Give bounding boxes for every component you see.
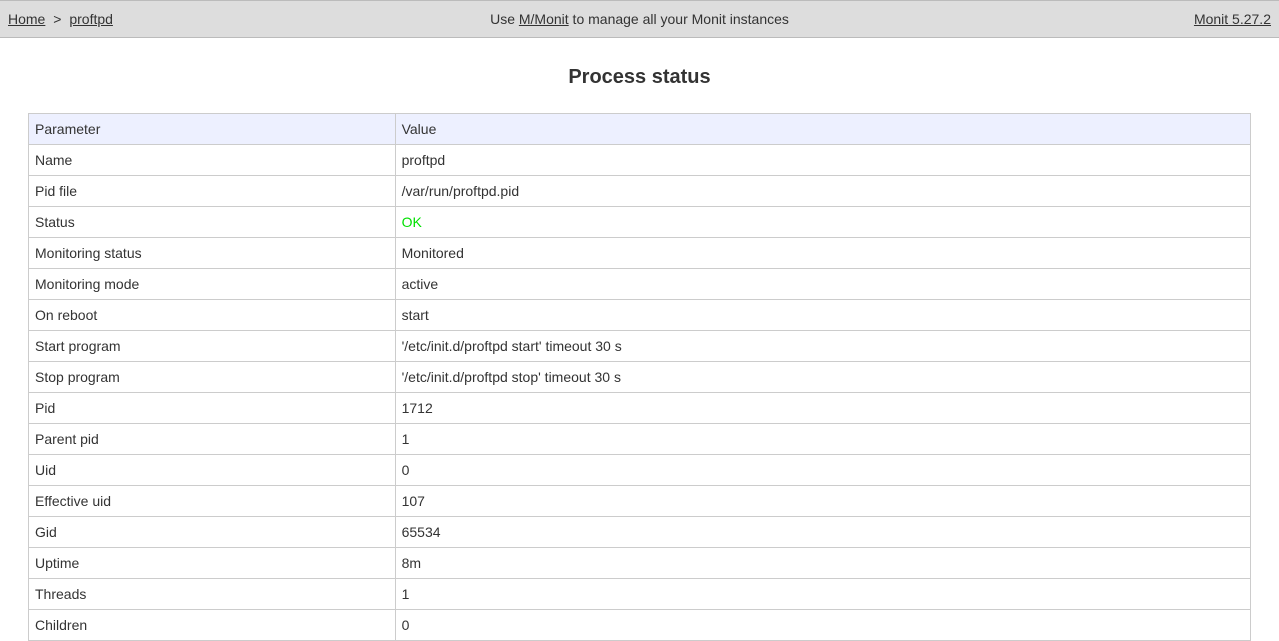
value-cell: Monitored <box>395 238 1250 269</box>
table-row: Start program'/etc/init.d/proftpd start'… <box>29 331 1251 362</box>
param-cell: Start program <box>29 331 396 362</box>
value-cell: 1 <box>395 579 1250 610</box>
center-prefix: Use <box>490 11 519 27</box>
mmonit-link[interactable]: M/Monit <box>519 11 569 27</box>
table-row: Gid65534 <box>29 517 1251 548</box>
table-row: Monitoring statusMonitored <box>29 238 1251 269</box>
main-content: Process status Parameter Value Nameproft… <box>0 66 1279 641</box>
table-row: Threads1 <box>29 579 1251 610</box>
table-row: Uid0 <box>29 455 1251 486</box>
value-cell: start <box>395 300 1250 331</box>
param-cell: Monitoring mode <box>29 269 396 300</box>
status-ok-text: OK <box>402 214 422 230</box>
param-cell: Uid <box>29 455 396 486</box>
param-cell: Name <box>29 145 396 176</box>
param-cell: Uptime <box>29 548 396 579</box>
table-row: Monitoring modeactive <box>29 269 1251 300</box>
header-parameter: Parameter <box>29 114 396 145</box>
value-cell: 1712 <box>395 393 1250 424</box>
param-cell: Effective uid <box>29 486 396 517</box>
table-row: Parent pid1 <box>29 424 1251 455</box>
table-row: Stop program'/etc/init.d/proftpd stop' t… <box>29 362 1251 393</box>
param-cell: Threads <box>29 579 396 610</box>
value-cell: 8m <box>395 548 1250 579</box>
breadcrumb: Home > proftpd <box>8 11 429 27</box>
monit-version-link[interactable]: Monit 5.27.2 <box>1194 11 1271 27</box>
table-row: Children0 <box>29 610 1251 641</box>
param-cell: Stop program <box>29 362 396 393</box>
table-header-row: Parameter Value <box>29 114 1251 145</box>
table-row: Uptime8m <box>29 548 1251 579</box>
value-cell: 1 <box>395 424 1250 455</box>
table-row: Effective uid107 <box>29 486 1251 517</box>
param-cell: Pid file <box>29 176 396 207</box>
value-cell: '/etc/init.d/proftpd stop' timeout 30 s <box>395 362 1250 393</box>
param-cell: Pid <box>29 393 396 424</box>
value-cell: 65534 <box>395 517 1250 548</box>
value-cell: active <box>395 269 1250 300</box>
value-cell: 107 <box>395 486 1250 517</box>
page-title: Process status <box>28 66 1251 89</box>
header-right: Monit 5.27.2 <box>850 11 1271 27</box>
header-center-text: Use M/Monit to manage all your Monit ins… <box>429 11 850 27</box>
value-cell: 0 <box>395 610 1250 641</box>
table-row: Status OK <box>29 207 1251 238</box>
breadcrumb-separator: > <box>53 11 61 27</box>
param-cell: Status <box>29 207 396 238</box>
param-cell: Gid <box>29 517 396 548</box>
table-row: Nameproftpd <box>29 145 1251 176</box>
value-cell: OK <box>395 207 1250 238</box>
value-cell: proftpd <box>395 145 1250 176</box>
value-cell: /var/run/proftpd.pid <box>395 176 1250 207</box>
param-cell: On reboot <box>29 300 396 331</box>
breadcrumb-current[interactable]: proftpd <box>69 11 113 27</box>
header-value: Value <box>395 114 1250 145</box>
value-cell: '/etc/init.d/proftpd start' timeout 30 s <box>395 331 1250 362</box>
param-cell: Monitoring status <box>29 238 396 269</box>
table-row: On rebootstart <box>29 300 1251 331</box>
value-cell: 0 <box>395 455 1250 486</box>
table-row: Pid file/var/run/proftpd.pid <box>29 176 1251 207</box>
center-suffix: to manage all your Monit instances <box>569 11 789 27</box>
table-row: Pid1712 <box>29 393 1251 424</box>
status-table: Parameter Value NameproftpdPid file/var/… <box>28 113 1251 641</box>
param-cell: Parent pid <box>29 424 396 455</box>
home-link[interactable]: Home <box>8 11 45 27</box>
param-cell: Children <box>29 610 396 641</box>
top-header: Home > proftpd Use M/Monit to manage all… <box>0 0 1279 38</box>
